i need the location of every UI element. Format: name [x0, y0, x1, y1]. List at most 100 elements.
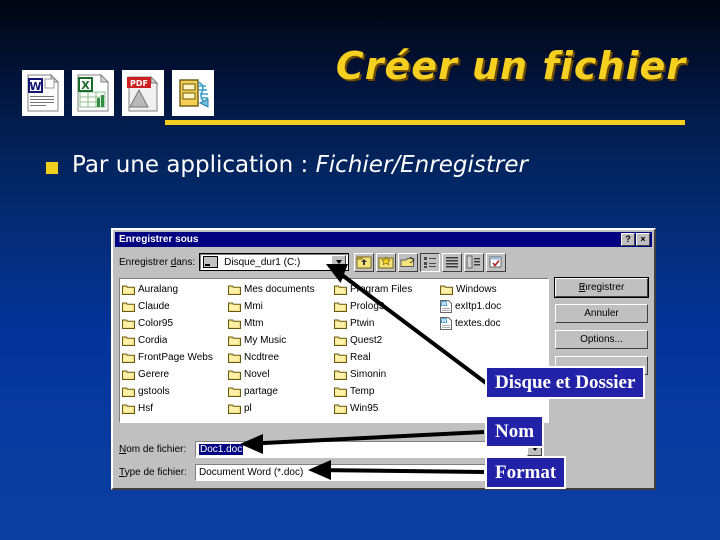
list-item-label: exItp1.doc	[455, 301, 502, 312]
help-button[interactable]: ?	[621, 233, 635, 246]
file-listbox[interactable]: Auralang Claude Color95 Cordia FrontPage…	[119, 278, 549, 423]
folder-icon	[228, 352, 241, 363]
dialog-titlebar: Enregistrer sous ? ×	[115, 232, 652, 247]
list-view-icon[interactable]	[442, 252, 463, 272]
list-item[interactable]: Temp	[334, 383, 440, 400]
bullet-line: Par une application : Fichier/Enregistre…	[46, 152, 528, 178]
list-item[interactable]: Real	[334, 349, 440, 366]
list-item[interactable]: Novel	[228, 366, 334, 383]
filename-value: Doc1.doc	[199, 443, 244, 455]
list-item-label: Simonin	[350, 369, 387, 380]
large-icons-view-icon[interactable]	[420, 252, 441, 272]
folder-icon	[228, 369, 241, 380]
list-item[interactable]: Ncdtree	[228, 349, 334, 366]
folder-icon	[440, 284, 453, 295]
annotation-format: Format	[485, 456, 567, 489]
list-item-label: Cordia	[138, 335, 168, 346]
folder-icon	[122, 301, 135, 312]
folder-icon	[334, 369, 347, 380]
list-item[interactable]: pl	[228, 400, 334, 417]
list-item[interactable]: partage	[228, 383, 334, 400]
list-item-label: My Music	[244, 335, 287, 346]
list-item[interactable]: Mes documents	[228, 281, 334, 298]
list-item[interactable]: Windows	[440, 281, 546, 298]
list-item-label: Windows	[456, 284, 497, 295]
list-item-label: Auralang	[138, 284, 179, 295]
list-item-label: Temp	[350, 386, 375, 397]
list-item-label: FrontPage Webs	[138, 352, 213, 363]
slide-canvas: W X PDF Créer un fichier Par une applica…	[0, 0, 720, 540]
list-item-label: Color95	[138, 318, 174, 329]
list-item-label: Program Files	[350, 284, 413, 295]
list-item[interactable]: My Music	[228, 332, 334, 349]
save-button-rest: nregistrer	[582, 282, 625, 293]
cancel-button[interactable]: Annuler	[555, 304, 648, 323]
list-item-label: Ptwin	[350, 318, 375, 329]
look-in-row: Enregistrer dans: Disque_dur1 (C:)	[119, 252, 648, 272]
folder-icon	[334, 284, 347, 295]
svg-text:W: W	[29, 80, 41, 93]
folder-icon	[228, 335, 241, 346]
list-item[interactable]: Quest2	[334, 332, 440, 349]
filename-label: Nom de fichier:	[119, 444, 195, 455]
list-item-label: Hsf	[138, 403, 153, 414]
list-item-label: Claude	[138, 301, 170, 312]
list-item-label: Mtm	[244, 318, 264, 329]
dialog-title: Enregistrer sous	[119, 234, 199, 245]
list-item[interactable]: Mmi	[228, 298, 334, 315]
properties-icon[interactable]	[486, 252, 507, 272]
folder-icon	[334, 352, 347, 363]
folder-icon	[334, 403, 347, 414]
list-item-label: Mmi	[244, 301, 263, 312]
pdf-document-icon: PDF	[122, 70, 164, 116]
details-view-icon[interactable]	[464, 252, 485, 272]
list-item[interactable]: Gerere	[122, 366, 228, 383]
favorites-icon[interactable]	[398, 252, 419, 272]
options-button[interactable]: Options...	[555, 330, 648, 349]
list-item[interactable]: WexItp1.doc	[440, 298, 546, 315]
list-item[interactable]: gstools	[122, 383, 228, 400]
filename-input[interactable]: Doc1.doc	[196, 443, 244, 455]
list-item[interactable]: Mtm	[228, 315, 334, 332]
new-folder-icon[interactable]	[376, 252, 397, 272]
folder-icon	[122, 318, 135, 329]
list-item[interactable]: FrontPage Webs	[122, 349, 228, 366]
list-item[interactable]: Claude	[122, 298, 228, 315]
look-in-label: Enregistrer dans:	[119, 257, 195, 268]
folder-icon	[228, 301, 241, 312]
list-item[interactable]: Hsf	[122, 400, 228, 417]
list-item-label: Novel	[244, 369, 270, 380]
excel-document-icon: X	[72, 70, 114, 116]
list-item[interactable]: Wtextes.doc	[440, 315, 546, 332]
file-column: Windows WexItp1.doc Wtextes.doc	[440, 281, 546, 422]
word-document-icon: W	[22, 70, 64, 116]
page-title: Créer un fichier	[335, 44, 686, 88]
word-document-icon: W	[440, 300, 452, 313]
list-item[interactable]: Cordia	[122, 332, 228, 349]
folder-icon	[122, 335, 135, 346]
folder-icon	[228, 403, 241, 414]
list-item[interactable]: Ptwin	[334, 315, 440, 332]
save-button[interactable]: EEnregistrernregistrer	[554, 277, 649, 298]
look-in-combobox[interactable]: Disque_dur1 (C:)	[199, 253, 350, 271]
list-item-label: Ncdtree	[244, 352, 280, 363]
list-item[interactable]: Win95	[334, 400, 440, 417]
list-item[interactable]: Prolog3	[334, 298, 440, 315]
look-in-dropdown-arrow[interactable]	[331, 255, 347, 269]
filename-label-post: om de fichier:	[126, 443, 187, 455]
look-in-label-post: ans:	[176, 256, 196, 268]
list-item[interactable]: Program Files	[334, 281, 440, 298]
filetype-label: Type de fichier:	[119, 467, 195, 478]
list-item-label: Real	[350, 352, 371, 363]
list-item[interactable]: Color95	[122, 315, 228, 332]
folder-icon	[334, 335, 347, 346]
list-item-label: gstools	[138, 386, 170, 397]
list-item[interactable]: Auralang	[122, 281, 228, 298]
folder-icon	[122, 369, 135, 380]
save-as-dialog: Enregistrer sous ? × Enregistrer dans: D…	[111, 228, 656, 490]
close-button[interactable]: ×	[636, 233, 650, 246]
look-in-label-pre: Enregistrer	[119, 256, 171, 268]
up-one-level-icon[interactable]	[354, 252, 375, 272]
folder-icon	[122, 352, 135, 363]
list-item[interactable]: Simonin	[334, 366, 440, 383]
